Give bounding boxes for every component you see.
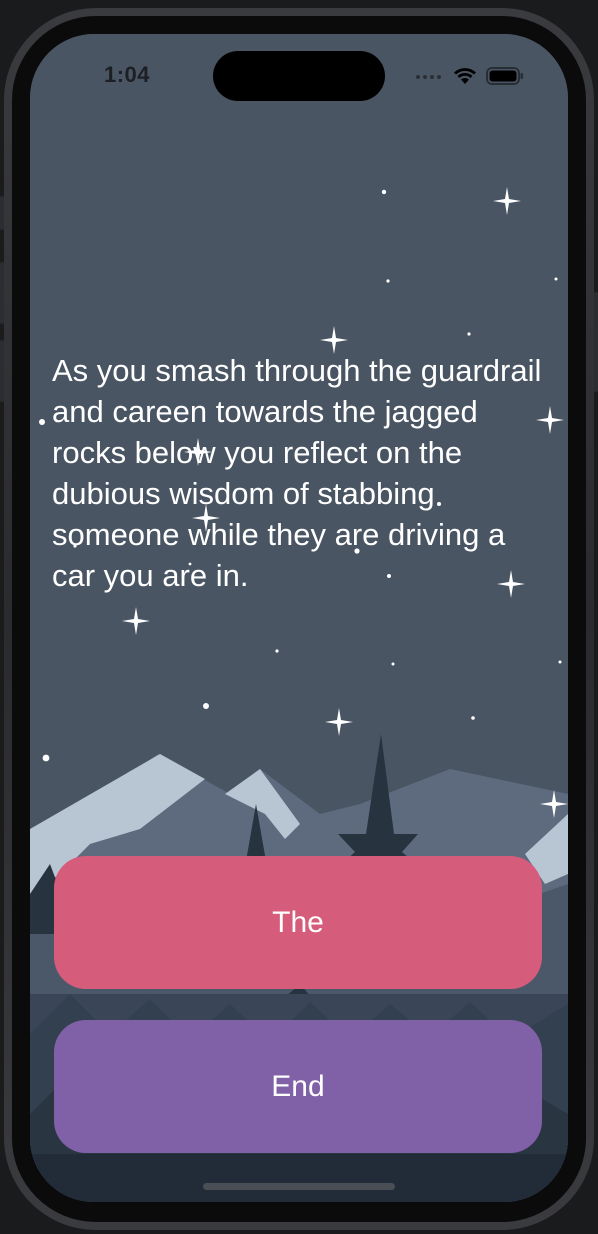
choice-button-label: The [272, 905, 324, 939]
power-button [594, 292, 598, 392]
phone-device: 1:04 As you smash through the guardrail … [0, 0, 598, 1234]
battery-icon [486, 67, 523, 85]
volume-down-button [0, 340, 4, 402]
choice-button-label: End [271, 1069, 325, 1103]
action-button [0, 196, 4, 230]
volume-up-button [0, 262, 4, 324]
cellular-dots-icon [416, 75, 441, 79]
home-indicator[interactable] [203, 1183, 395, 1190]
choice-button-end[interactable]: End [54, 1020, 542, 1153]
wifi-icon [454, 68, 476, 84]
status-icons [414, 66, 524, 86]
status-time: 1:04 [104, 62, 151, 87]
story-text: As you smash through the guardrail and c… [52, 353, 542, 593]
choice-button-the[interactable]: The [54, 856, 542, 989]
app-screen: 1:04 As you smash through the guardrail … [30, 34, 568, 1202]
dynamic-island [213, 51, 385, 101]
